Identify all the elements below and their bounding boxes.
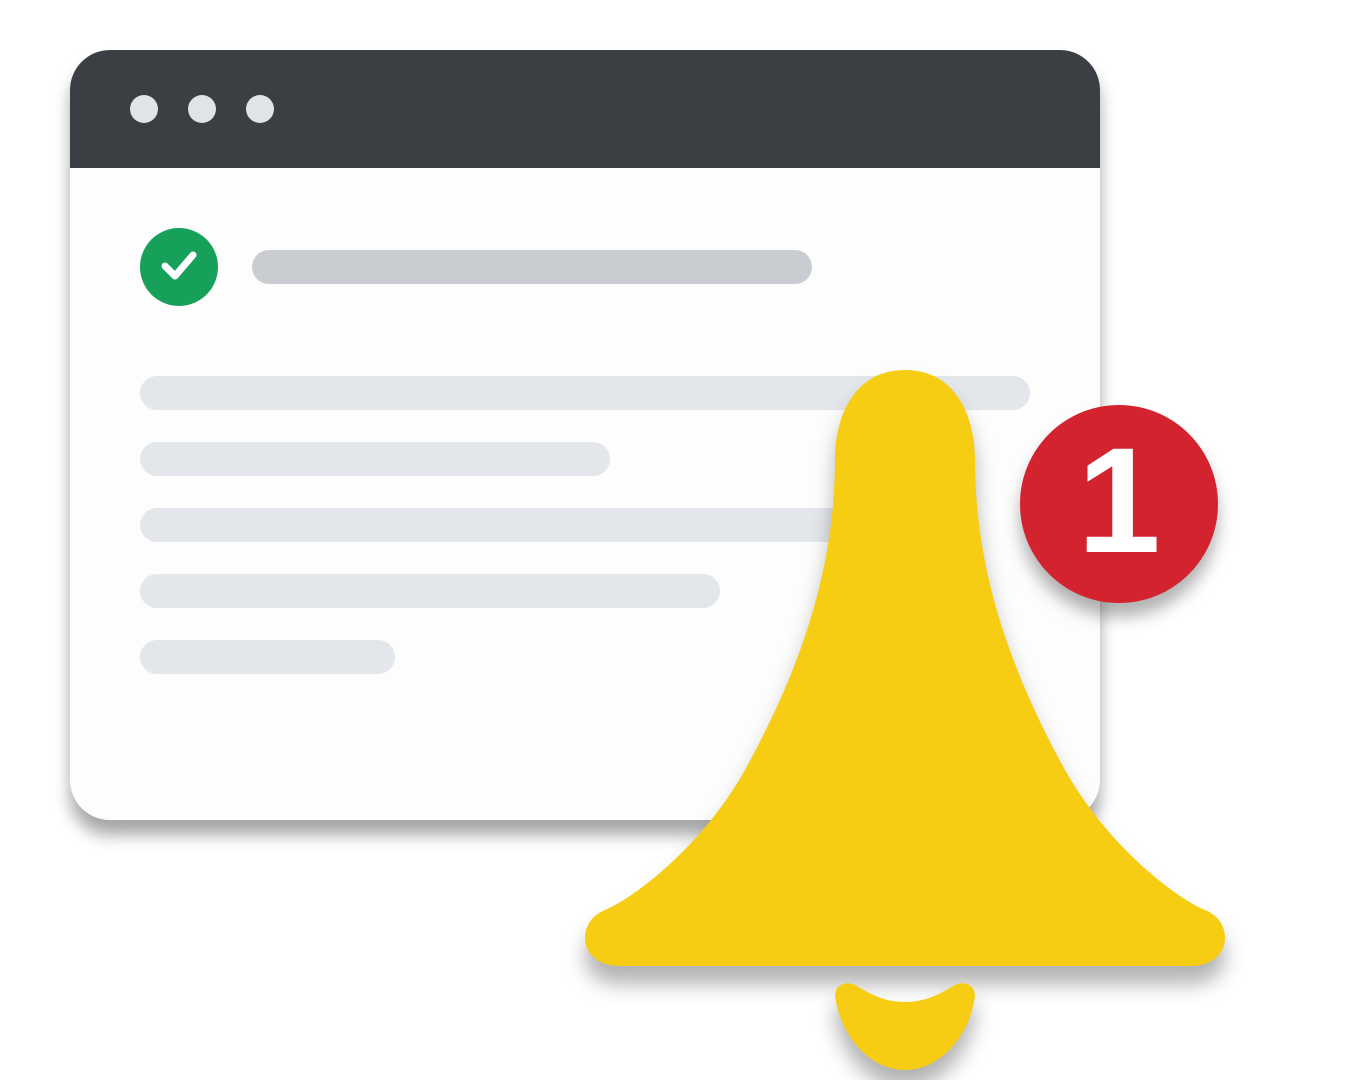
window-control-dot[interactable] [130, 95, 158, 123]
heading-placeholder [252, 250, 812, 284]
heading-row [140, 228, 1030, 306]
notification-count: 1 [1077, 425, 1160, 575]
success-check-badge [140, 228, 218, 306]
checkmark-icon [157, 243, 201, 292]
text-line-placeholder [140, 442, 610, 476]
notification-count-badge[interactable]: 1 [1020, 405, 1218, 603]
window-control-dot[interactable] [246, 95, 274, 123]
text-line-placeholder [140, 640, 395, 674]
bell-icon [585, 1057, 1225, 1074]
window-titlebar [70, 50, 1100, 168]
illustration-stage: 1 [0, 0, 1345, 1080]
window-control-dot[interactable] [188, 95, 216, 123]
